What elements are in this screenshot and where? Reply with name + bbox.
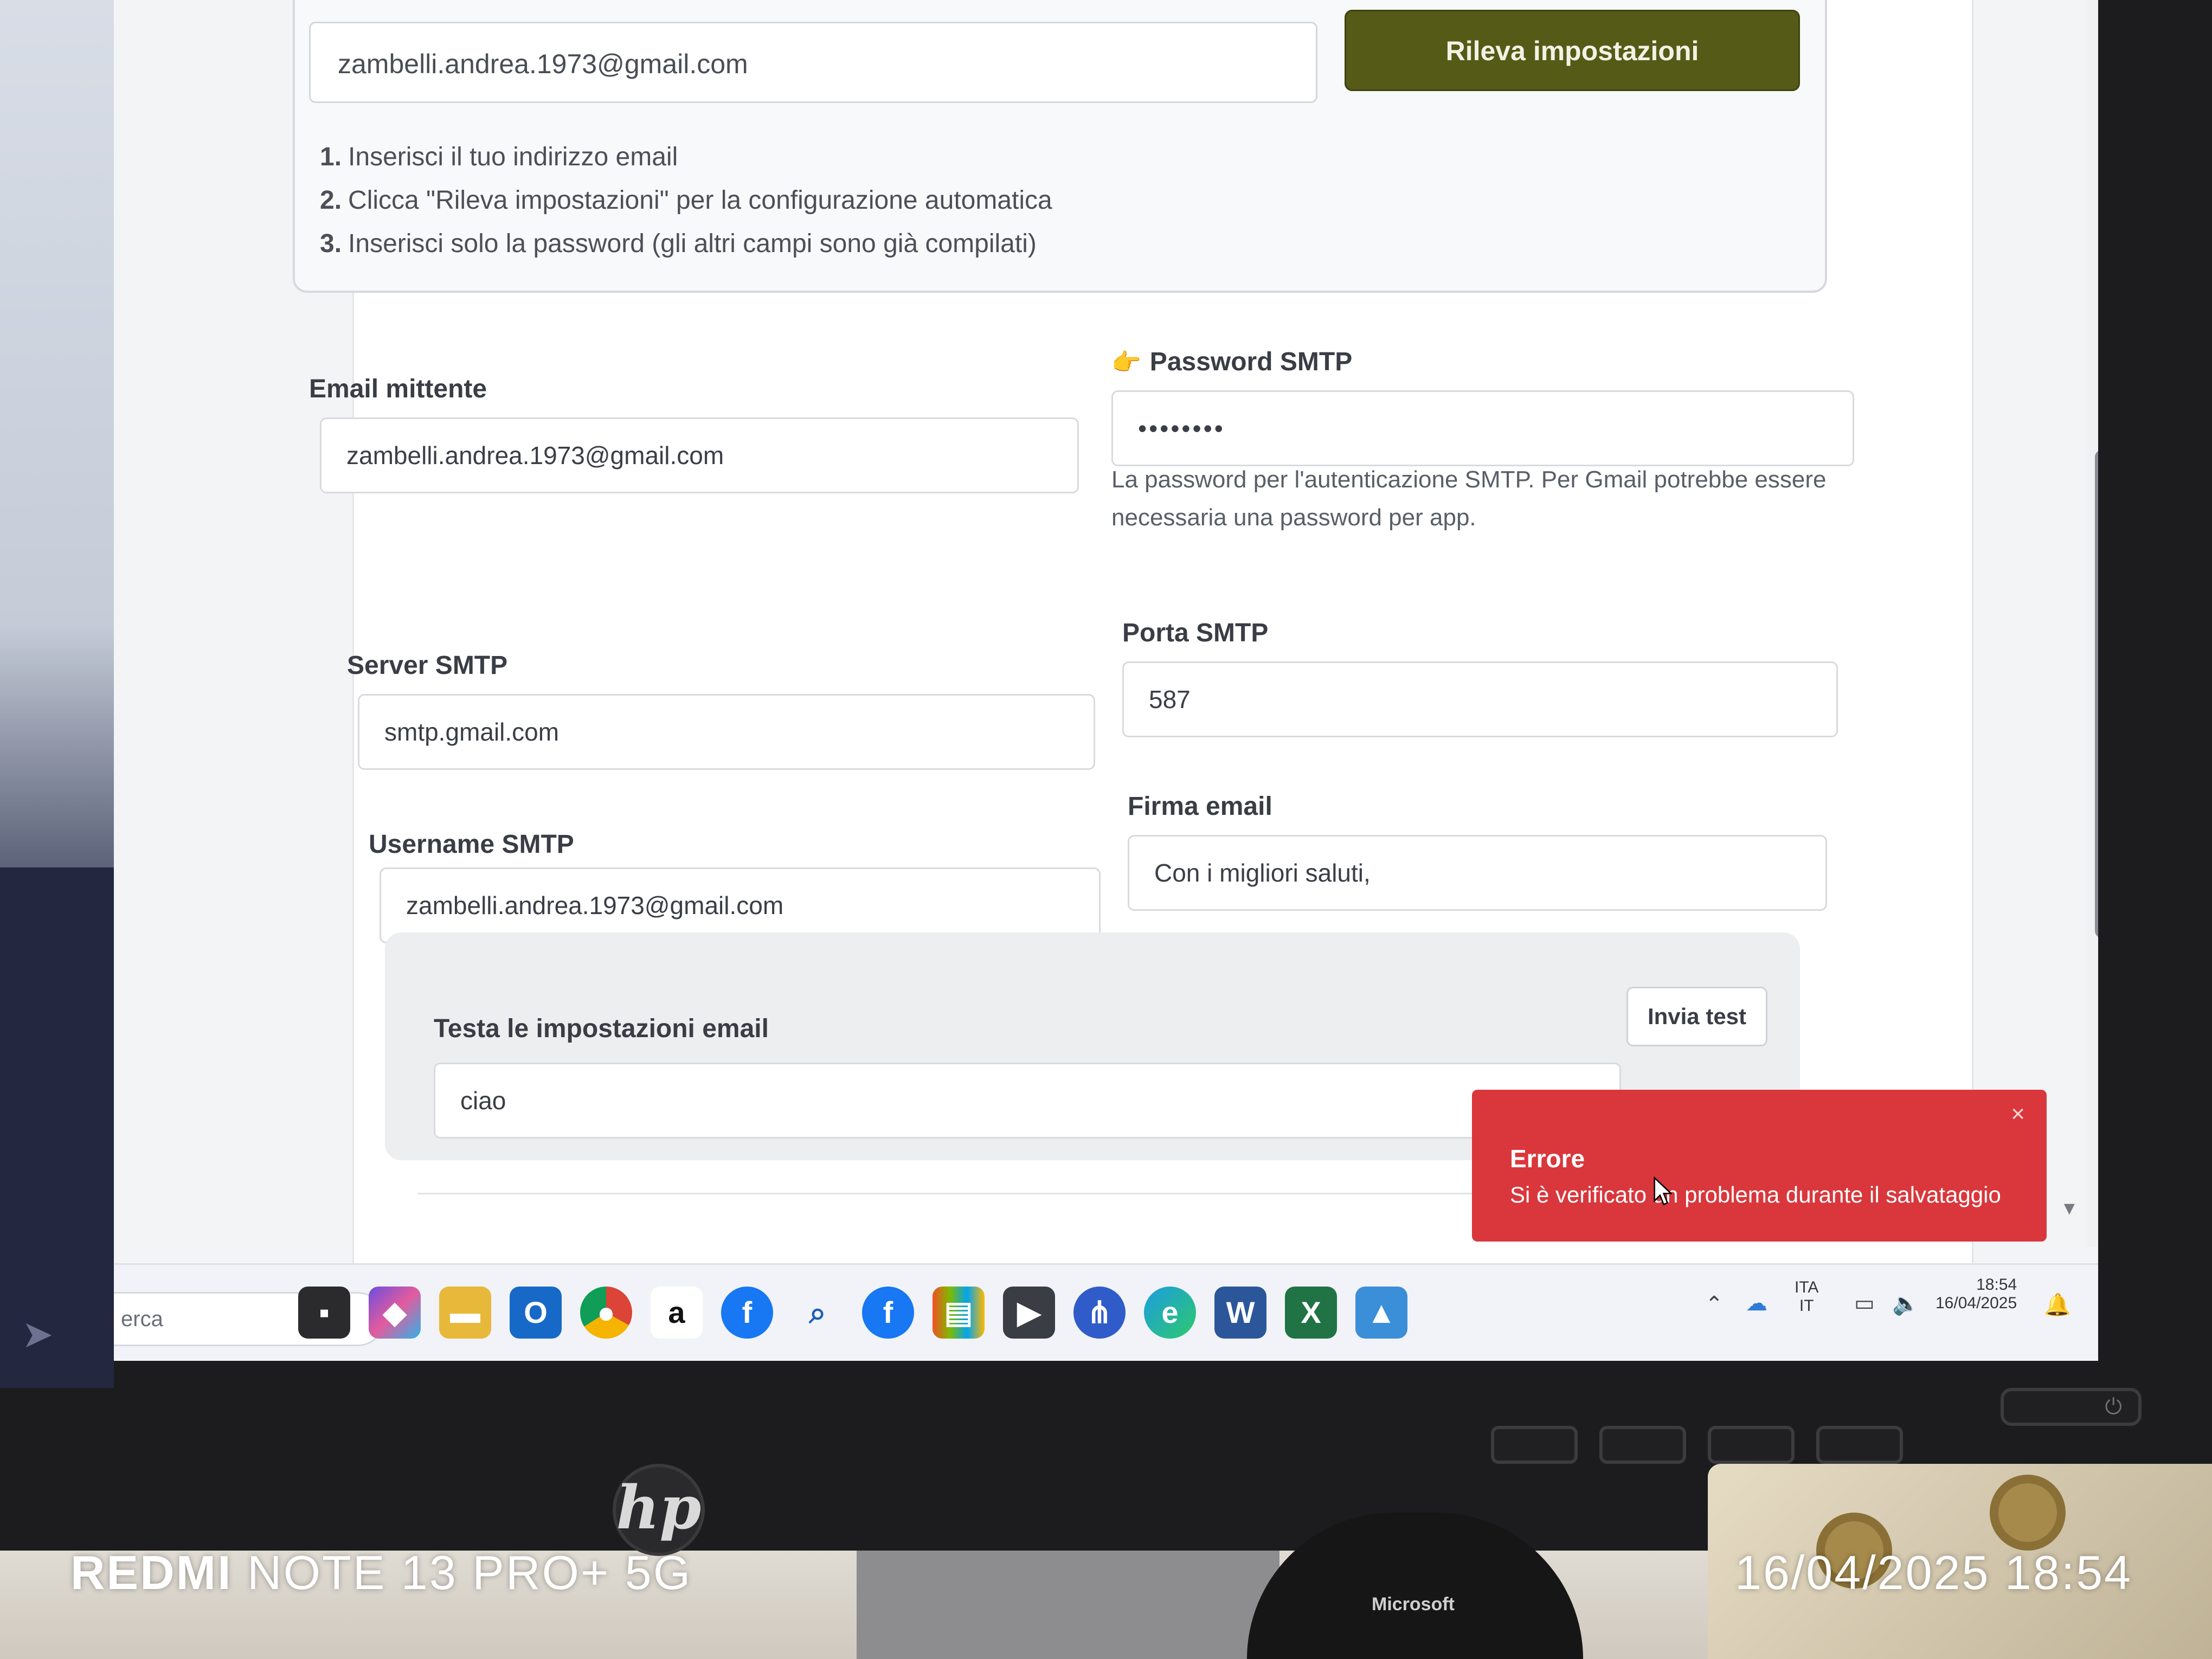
- language-code: ITA: [1795, 1278, 1819, 1296]
- store-icon[interactable]: ▤: [933, 1287, 985, 1339]
- power-button-icon[interactable]: ⏻: [2001, 1388, 2142, 1426]
- onedrive-icon[interactable]: ☁: [1746, 1291, 1767, 1316]
- instruction-step: 1. Inserisci il tuo indirizzo email: [320, 136, 1052, 179]
- sender-email-label: Email mittente: [309, 375, 487, 403]
- scroll-down-icon[interactable]: ▼: [2060, 1198, 2079, 1219]
- outlook-icon[interactable]: O: [510, 1287, 562, 1339]
- media-player-icon[interactable]: ▶: [1003, 1287, 1055, 1339]
- send-test-button[interactable]: Invia test: [1626, 987, 1767, 1046]
- facebook-icon[interactable]: f: [721, 1287, 773, 1339]
- taskbar: erca ▪ ◆ ▬ O ● a f ⌕ f ▤ ▶ ⋔ e W X ▲ ⌃ ☁…: [114, 1263, 2098, 1361]
- clock[interactable]: 18:54 16/04/2025: [1935, 1276, 2017, 1313]
- smtp-username-label: Username SMTP: [369, 830, 574, 859]
- mouse-cursor-icon: [1654, 1176, 1672, 1206]
- screen: zambelli.andrea.1973@gmail.com Rileva im…: [114, 0, 2098, 1361]
- camera-model: NOTE 13 PRO+ 5G: [247, 1546, 692, 1599]
- mouse-brand-label: Microsoft: [1372, 1594, 1455, 1615]
- network-icon[interactable]: ▭: [1854, 1291, 1875, 1316]
- camera-model-watermark: REDMI NOTE 13 PRO+ 5G: [70, 1545, 692, 1600]
- excel-icon[interactable]: X: [1285, 1287, 1337, 1339]
- close-icon[interactable]: ×: [2011, 1101, 2025, 1128]
- file-explorer-icon[interactable]: ▬: [439, 1287, 491, 1339]
- pointing-hand-icon: 👉: [1111, 349, 1141, 376]
- camera-brand: REDMI: [70, 1546, 233, 1599]
- monitor-button[interactable]: [1816, 1426, 1903, 1464]
- smtp-username-input[interactable]: zambelli.andrea.1973@gmail.com: [380, 867, 1101, 943]
- instruction-step: 3. Inserisci solo la password (gli altri …: [320, 222, 1052, 266]
- signature-input[interactable]: Con i migliori saluti,: [1128, 835, 1827, 911]
- amazon-icon[interactable]: a: [651, 1287, 703, 1339]
- smtp-port-input[interactable]: 587: [1122, 661, 1838, 737]
- photos-icon[interactable]: ▲: [1355, 1287, 1407, 1339]
- step-text: Inserisci il tuo indirizzo email: [348, 143, 678, 171]
- step-number: 3.: [320, 229, 342, 258]
- send-arrow-icon: ➤: [22, 1313, 54, 1355]
- step-number: 1.: [320, 143, 342, 171]
- smtp-port-label: Porta SMTP: [1122, 619, 1269, 647]
- smtp-password-input[interactable]: ••••••••: [1111, 390, 1854, 466]
- test-email-input[interactable]: ciao: [434, 1063, 1621, 1139]
- search-icon[interactable]: ⌕: [792, 1287, 844, 1339]
- word-icon[interactable]: W: [1214, 1287, 1266, 1339]
- clock-date: 16/04/2025: [1935, 1294, 2017, 1312]
- monitor-button[interactable]: [1708, 1426, 1795, 1464]
- step-number: 2.: [320, 186, 342, 215]
- clock-time: 18:54: [1976, 1276, 2017, 1294]
- monitor-button[interactable]: [1599, 1426, 1686, 1464]
- toast-title: Errore: [1510, 1144, 1585, 1173]
- fixture-hole: [1990, 1475, 2066, 1551]
- smtp-password-label: 👉 Password SMTP: [1111, 347, 1352, 377]
- smtp-password-label-text: Password SMTP: [1149, 348, 1353, 376]
- test-email-label: Testa le impostazioni email: [434, 1014, 769, 1043]
- hp-logo: hp: [613, 1464, 705, 1556]
- sender-email-input[interactable]: zambelli.andrea.1973@gmail.com: [320, 417, 1079, 493]
- error-toast: × Errore Si è verificato un problema dur…: [1472, 1090, 2047, 1242]
- keyboard-layout: IT: [1799, 1297, 1814, 1315]
- chrome-icon[interactable]: ●: [580, 1287, 632, 1339]
- autodetect-email-input[interactable]: zambelli.andrea.1973@gmail.com: [309, 22, 1317, 103]
- camera-timestamp-watermark: 16/04/2025 18:54: [1735, 1546, 2133, 1599]
- m365-icon[interactable]: ◆: [369, 1287, 421, 1339]
- second-monitor: ➤: [0, 0, 114, 1388]
- language-indicator[interactable]: ITA IT: [1795, 1278, 1818, 1315]
- instruction-step: 2. Clicca "Rileva impostazioni" per la co…: [320, 179, 1052, 222]
- scrollbar-thumb[interactable]: [2095, 450, 2098, 938]
- chevron-up-icon[interactable]: ⌃: [1705, 1292, 1724, 1317]
- volume-icon[interactable]: 🔈: [1892, 1291, 1919, 1316]
- smtp-server-label: Server SMTP: [347, 651, 508, 680]
- second-monitor-panel: [0, 867, 114, 1388]
- monitor-stand: [857, 1551, 1279, 1659]
- smtp-server-input[interactable]: smtp.gmail.com: [358, 694, 1095, 770]
- notification-bell-icon[interactable]: 🔔: [2044, 1292, 2071, 1317]
- step-text: Inserisci solo la password (gli altri ca…: [348, 229, 1037, 258]
- monitor-button[interactable]: [1491, 1426, 1578, 1464]
- detect-settings-button[interactable]: Rileva impostazioni: [1345, 10, 1800, 91]
- instructions-list: 1. Inserisci il tuo indirizzo email 2. Cli…: [320, 136, 1052, 266]
- task-view-icon[interactable]: ▪: [298, 1287, 350, 1339]
- edge-icon[interactable]: e: [1144, 1287, 1196, 1339]
- toast-message: Si è verificato un problema durante il s…: [1510, 1182, 2001, 1207]
- share-icon[interactable]: ⋔: [1073, 1287, 1126, 1339]
- step-text: Clicca "Rileva impostazioni" per la conf…: [348, 186, 1052, 215]
- signature-label: Firma email: [1128, 792, 1272, 821]
- smtp-password-help: La password per l'autenticazione SMTP. P…: [1111, 466, 1827, 531]
- facebook-icon[interactable]: f: [862, 1287, 914, 1339]
